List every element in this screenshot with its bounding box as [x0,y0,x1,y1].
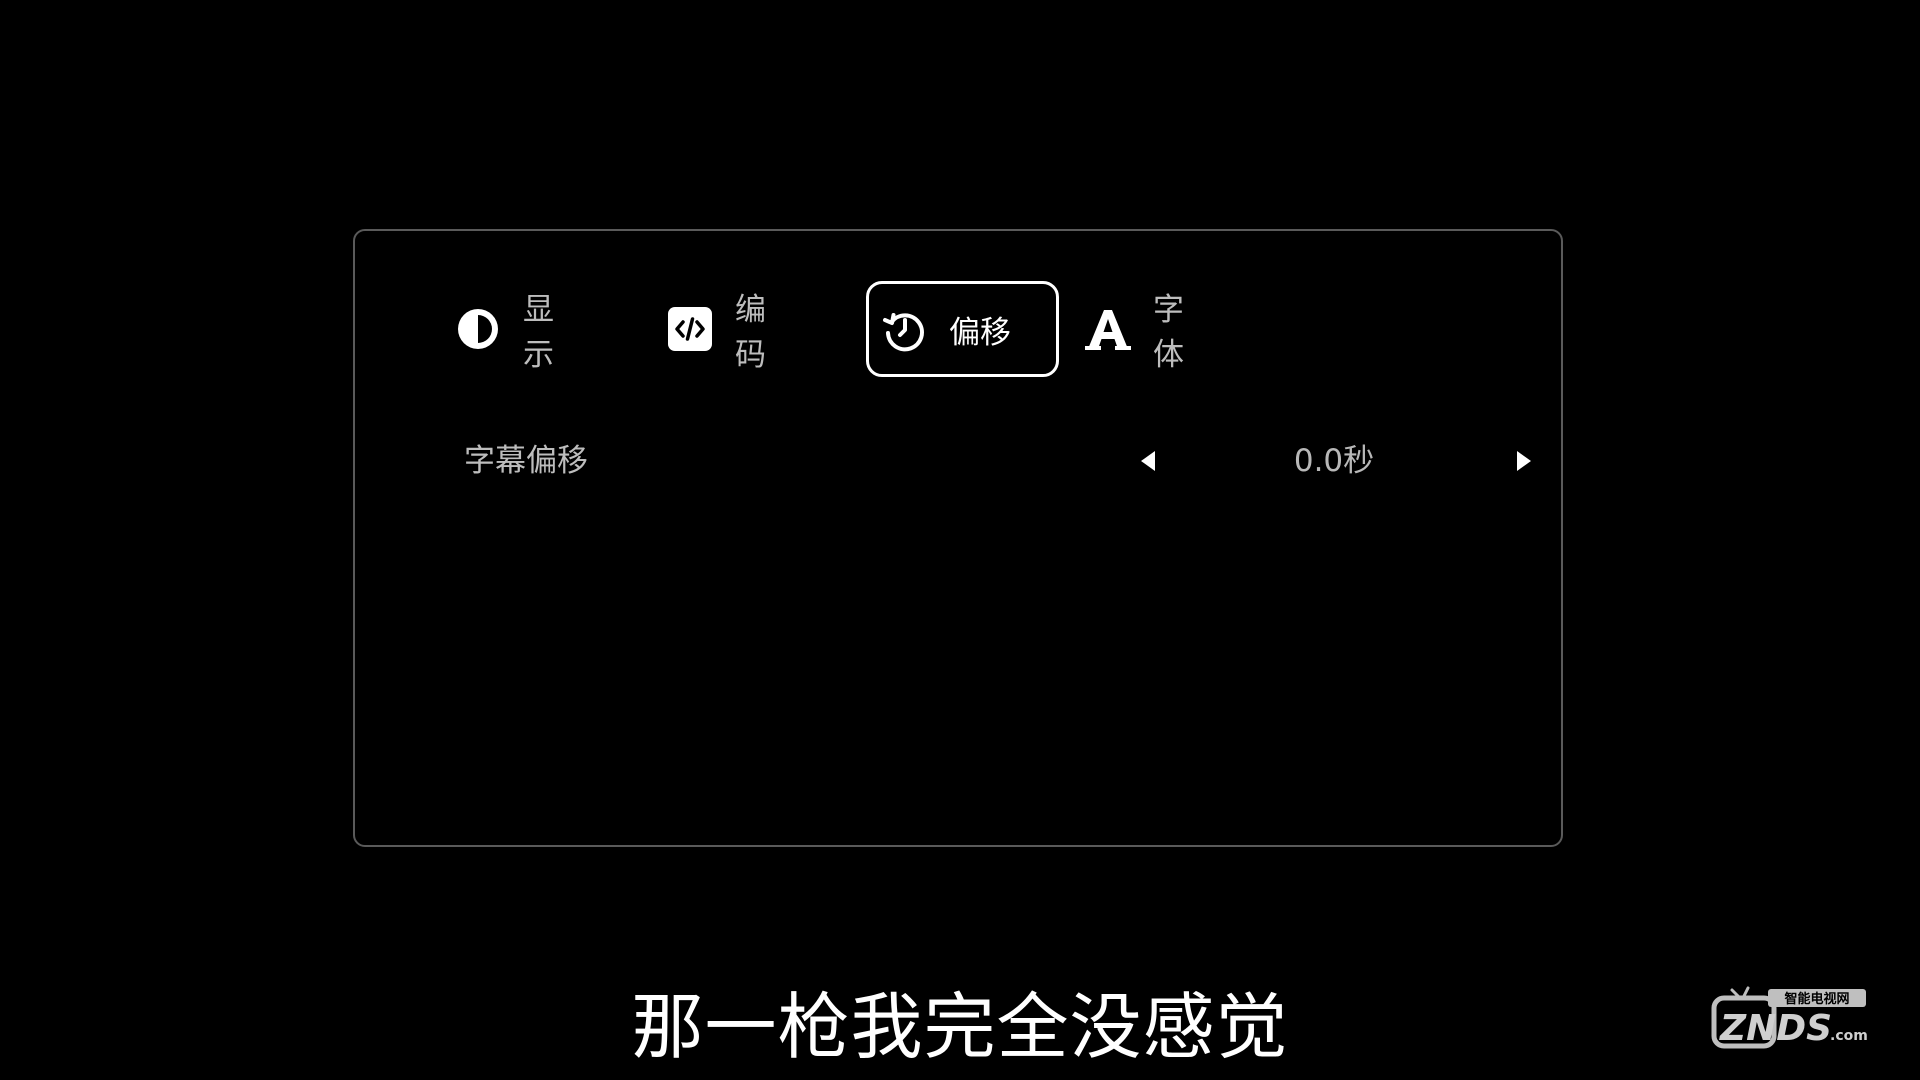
history-icon [881,306,927,352]
tab-offset[interactable]: 偏移 [866,281,1059,377]
contrast-icon [455,306,501,352]
tab-label: 偏移 [949,314,1011,351]
tab-display[interactable]: 显示 [455,281,554,377]
code-icon [667,306,713,352]
watermark-top-text: 智能电视网 [1784,991,1849,1007]
video-subtitle: 那一枪我完全没感觉 [631,985,1289,1069]
tab-label: 编码 [735,292,766,373]
znds-logo: 智能电视网 ZNDS .com [1710,980,1875,1050]
tab-label: 显示 [523,292,554,373]
font-icon [1085,306,1131,352]
watermark-suffix: .com [1830,1028,1868,1044]
arrow-left-icon[interactable] [1141,451,1155,471]
tab-font[interactable]: 字体 [1085,281,1184,377]
tab-encoding[interactable]: 编码 [667,281,766,377]
tab-label: 字体 [1153,292,1184,373]
offset-value: 0.0秒 [1293,443,1375,479]
setting-label: 字幕偏移 [464,443,588,479]
subtitle-offset-row: 字幕偏移 0.0秒 [464,436,1531,486]
watermark-brand: ZNDS [1719,1008,1832,1049]
subtitle-settings-panel: 显示 编码 偏移 字体 字幕偏移 0.0秒 [353,229,1563,847]
arrow-right-icon[interactable] [1517,451,1531,471]
